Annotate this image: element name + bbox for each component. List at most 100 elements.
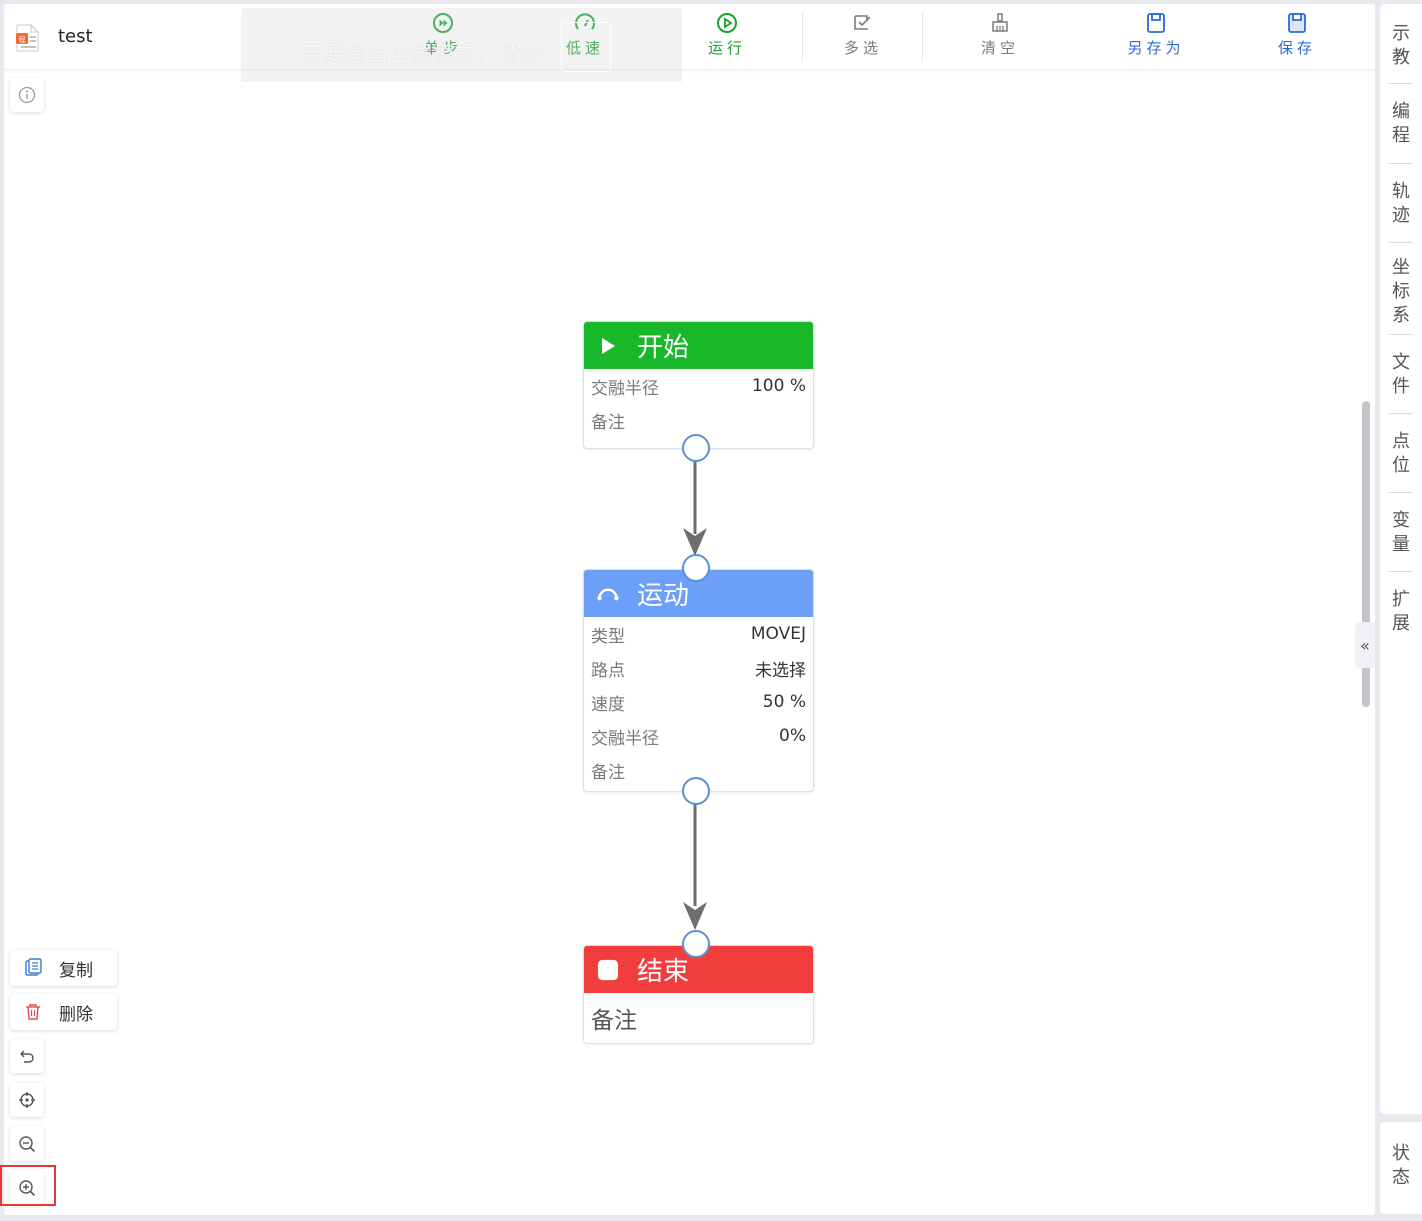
nav-extensions-char: 展 [1392,613,1410,634]
nav-coordinate-char: 坐 [1392,257,1410,278]
property-key: 交融半径 [591,728,659,749]
nav-divider [1389,413,1413,414]
toolbar: 程 test 单步 低速 运行 多选 清空 另存为 保存 [4,4,1375,70]
save-as-label: 另存为 [1127,39,1185,57]
toolbar-divider [802,12,803,62]
nav-divider [1389,492,1413,493]
nav-trajectory[interactable]: 轨迹 [1380,176,1422,232]
nav-teach[interactable]: 示教 [1380,18,1422,74]
save-icon [1288,13,1306,33]
play-circle-icon [717,13,737,33]
info-button[interactable] [10,78,44,112]
collapse-panel-button[interactable]: « [1355,622,1375,668]
node-property-row: 速度 50 % [584,685,813,719]
connector-motion-end [683,804,707,930]
nav-program-char: 程 [1392,125,1410,146]
start-node[interactable]: 开始 交融半径 100 % 备注 [583,321,814,449]
zoom-out-button[interactable] [10,1127,44,1161]
motion-node-input-port[interactable] [682,554,710,582]
zoom-in-highlight-box [0,1165,56,1206]
node-property-row: 路点 未选择 [584,651,813,685]
multi-select-icon [854,15,871,30]
center-view-button[interactable] [10,1083,44,1117]
nav-file-char: 文 [1392,352,1410,373]
motion-node-title: 运动 [637,581,690,611]
multi-select-button[interactable]: 多选 [830,12,896,64]
nav-trajectory-char: 轨 [1392,181,1410,202]
nav-coordinate-char: 系 [1392,305,1410,326]
end-node-input-port[interactable] [682,930,710,958]
property-key: 路点 [591,660,625,681]
nav-points-char: 点 [1392,431,1410,452]
nav-trajectory-char: 迹 [1392,205,1410,226]
node-property-row: 交融半径 100 % [584,369,813,403]
save-as-button[interactable]: 另存为 [1116,12,1196,64]
nav-divider [1389,334,1413,335]
property-key: 备注 [591,412,625,433]
property-value: 100 % [751,376,806,396]
save-label: 保存 [1277,39,1316,57]
broom-icon [992,13,1008,32]
motion-node[interactable]: 运动 类型 MOVEJ 路点 未选择 速度 50 % 交融半径 0% 备注 [583,569,814,792]
property-key: 速度 [591,694,625,715]
nav-variables[interactable]: 变量 [1380,505,1422,561]
nav-variables-char: 量 [1392,534,1410,555]
nav-extensions-char: 扩 [1392,589,1410,610]
svg-text:程: 程 [19,35,26,44]
nav-program[interactable]: 编程 [1380,96,1422,152]
property-value: 0% [779,726,806,746]
save-button[interactable]: 保存 [1264,12,1330,64]
fullscreen-exit-toast: 若要退出全屏模式，请按 [241,8,682,82]
property-value: 未选择 [755,660,806,681]
connector-start-motion [683,456,707,556]
info-icon [18,86,36,104]
property-key: 类型 [591,626,625,647]
copy-button[interactable]: 复制 [10,950,117,986]
node-property-row: 类型 MOVEJ [584,617,813,651]
property-value: MOVEJ [750,624,806,644]
nav-divider [1389,571,1413,572]
start-node-output-port[interactable] [682,434,710,462]
status-char: 状 [1392,1143,1410,1164]
clear-button[interactable]: 清空 [967,12,1033,64]
start-node-header: 开始 [584,322,813,369]
motion-node-output-port[interactable] [682,777,710,805]
escape-key-hint [561,22,611,72]
nav-file-char: 件 [1392,376,1410,397]
status-panel[interactable]: 状 态 [1380,1122,1422,1214]
flow-canvas[interactable]: 程 test 单步 低速 运行 多选 清空 另存为 保存 若要退出全屏模式，请按… [4,4,1375,1215]
nav-file[interactable]: 文件 [1380,347,1422,403]
undo-button[interactable] [10,1039,44,1073]
nav-divider [1389,163,1413,164]
nav-points[interactable]: 点位 [1380,426,1422,482]
run-label: 运行 [707,39,746,57]
zoom-out-icon [19,1136,36,1153]
nav-coordinate-system[interactable]: 坐标系 [1380,256,1422,328]
status-label: 状 态 [1380,1142,1422,1190]
nav-divider [1389,83,1413,84]
nav-extensions[interactable]: 扩展 [1380,584,1422,640]
toolbar-divider [922,12,923,62]
nav-variables-char: 变 [1392,510,1410,531]
nav-teach-char: 教 [1392,47,1410,68]
node-property-row: 备注 [584,403,813,437]
property-key: 备注 [591,762,625,783]
copy-label: 复制 [59,960,93,981]
nav-teach-char: 示 [1392,23,1410,44]
clear-label: 清空 [980,39,1019,57]
file-title: test [58,26,93,47]
delete-button[interactable]: 删除 [10,994,117,1030]
nav-coordinate-char: 标 [1392,281,1410,302]
end-node-remark: 备注 [591,1008,637,1034]
start-node-title: 开始 [637,333,690,363]
multi-select-label: 多选 [843,39,882,57]
play-icon [597,335,619,357]
property-value: 50 % [762,692,806,712]
stop-icon [597,959,619,981]
undo-icon [20,1050,34,1063]
program-file-icon: 程 [16,24,39,52]
end-node[interactable]: 结束 备注 [583,945,814,1044]
trash-icon [26,1004,40,1020]
property-key: 交融半径 [591,378,659,399]
run-button[interactable]: 运行 [694,12,760,64]
